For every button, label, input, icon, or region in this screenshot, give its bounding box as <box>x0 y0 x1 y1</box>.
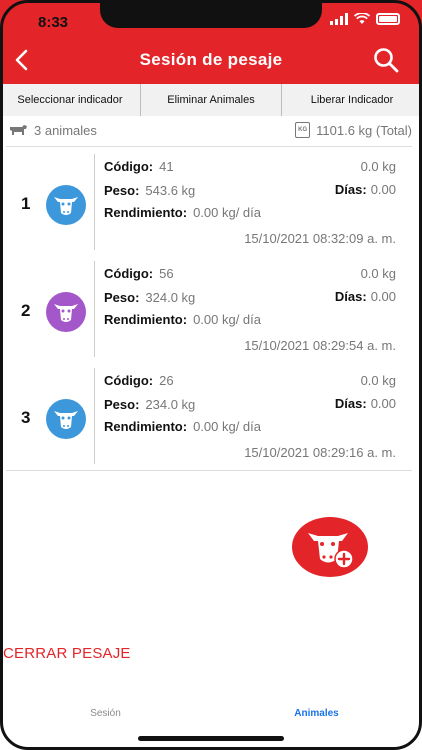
peso-field: Peso: 324.0 kg <box>104 290 196 305</box>
animal-index: 1 <box>21 194 31 213</box>
peso-field: Peso: 543.6 kg <box>104 183 196 198</box>
row-divider <box>94 154 95 250</box>
list-bottom-divider <box>6 470 412 471</box>
weighing-date: 15/10/2021 08:29:16 a. m. <box>244 445 396 460</box>
tab-bar: Sesión Animales <box>0 700 422 750</box>
row-divider <box>94 261 95 357</box>
session-summary: 3 animales KG 1101.6 kg (Total) <box>8 118 412 142</box>
cow-icon <box>46 185 86 225</box>
rendimiento-field: Rendimiento: 0.00 kg/ día <box>104 205 262 220</box>
cow-icon <box>46 292 86 332</box>
select-indicator-button[interactable]: Seleccionar indicador <box>0 84 141 116</box>
codigo-field: Código: 26 <box>104 373 174 388</box>
signal-icon <box>330 13 348 25</box>
animal-index: 3 <box>21 408 31 427</box>
list-item[interactable]: 2 Código: 56 0.0 kg Peso: 324.0 kg Días: 0.… <box>6 254 412 361</box>
search-button[interactable] <box>372 46 400 74</box>
animal-list: 1 Código: 41 0.0 kg Peso: 543.6 kg Días: 0.… <box>6 146 412 468</box>
peso-field: Peso: 234.0 kg <box>104 397 196 412</box>
weighing-date: 15/10/2021 08:29:54 a. m. <box>244 338 396 353</box>
wifi-icon <box>354 13 370 24</box>
row-weight-value: 0.0 kg <box>360 373 396 388</box>
animal-count: 3 animales <box>34 122 97 138</box>
page-title: Sesión de pesaje <box>139 50 283 69</box>
status-icons <box>330 13 400 25</box>
tab-animals[interactable]: Animales <box>211 700 422 750</box>
device-notch <box>100 0 322 28</box>
cow-add-icon <box>308 533 354 569</box>
release-indicator-button[interactable]: Liberar Indicador <box>282 84 422 116</box>
codigo-field: Código: 56 <box>104 266 174 281</box>
dias-field: Días: 0.00 <box>334 396 396 411</box>
home-indicator <box>138 736 284 741</box>
codigo-field: Código: 41 <box>104 159 174 174</box>
rendimiento-field: Rendimiento: 0.00 kg/ día <box>104 312 262 327</box>
list-item[interactable]: 3 Código: 26 0.0 kg Peso: 234.0 kg Días: 0.… <box>6 361 412 468</box>
cow-silhouette-icon <box>10 125 27 135</box>
animal-index: 2 <box>21 301 31 320</box>
weighing-date: 15/10/2021 08:32:09 a. m. <box>244 231 396 246</box>
dias-field: Días: 0.00 <box>334 182 396 197</box>
app-header: 8:33 Sesión de pesaje <box>0 0 422 84</box>
row-weight-value: 0.0 kg <box>360 266 396 281</box>
close-session-button[interactable]: CERRAR PESAJE <box>3 645 131 662</box>
delete-animals-button[interactable]: Eliminar Animales <box>141 84 282 116</box>
cow-icon <box>46 399 86 439</box>
row-divider <box>94 368 95 464</box>
list-item[interactable]: 1 Código: 41 0.0 kg Peso: 543.6 kg Días: 0.… <box>6 147 412 254</box>
add-animal-button[interactable] <box>292 517 368 577</box>
dias-field: Días: 0.00 <box>334 289 396 304</box>
status-time: 8:33 <box>38 14 69 31</box>
row-weight-value: 0.0 kg <box>360 159 396 174</box>
action-bar: Seleccionar indicador Eliminar Animales … <box>0 84 422 116</box>
battery-icon <box>376 13 400 25</box>
kg-weight-icon: KG <box>295 122 311 138</box>
total-weight: 1101.6 kg (Total) <box>316 122 412 138</box>
rendimiento-field: Rendimiento: 0.00 kg/ día <box>104 419 262 434</box>
tab-session[interactable]: Sesión <box>0 700 211 750</box>
